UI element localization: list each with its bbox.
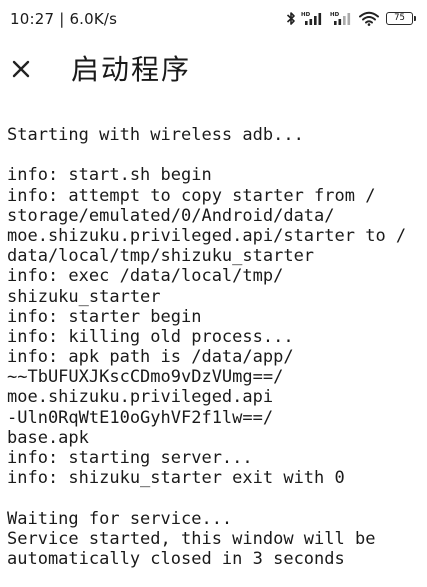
log-line: -Uln0RqWtE10oGyhVF2f1lw==/ [7,407,274,428]
log-line: info: apk path is /data/app/ [7,347,294,368]
log-line: info: killing old process... [7,326,294,347]
svg-text:HD: HD [301,12,311,18]
log-line: automatically closed in 3 seconds [7,548,345,569]
battery-icon: 75 [386,12,416,25]
log-line: base.apk [7,427,89,448]
log-line: moe.shizuku.privileged.api/starter to / [7,225,407,246]
log-line: info: exec /data/local/tmp/ [7,266,284,287]
clock: 10:27 [10,10,55,28]
log-line: Starting with wireless adb... [7,125,304,145]
log-output: Starting with wireless adb... info: start… [7,125,421,569]
svg-text:HD: HD [330,12,340,18]
wifi-icon [359,11,379,26]
close-button[interactable] [4,52,38,86]
log-line: Service started, this window will be [7,528,376,549]
log-line: info: starter begin [7,306,202,327]
log-line: shizuku_starter [7,286,161,307]
status-separator: | [59,10,65,28]
status-icons: HD HD 75 [286,11,416,26]
status-bar: 10:27 | 6.0K/s HD HD 75 [0,0,427,38]
cellular-signal-hd-icon: HD [330,12,351,25]
log-line: info: shizuku_starter exit with 0 [7,468,345,489]
log-line: info: start.sh begin [7,165,212,186]
log-line: Waiting for service... [7,508,233,529]
app-bar: 启动程序 [0,40,427,98]
log-line: data/local/tmp/shizuku_starter [7,246,315,267]
page-title: 启动程序 [71,53,192,86]
close-icon [12,60,30,78]
log-line: info: starting server... [7,448,253,468]
log-line: info: attempt to copy starter from / [7,185,376,206]
log-line: moe.shizuku.privileged.api [7,387,274,408]
cellular-signal-hd-icon: HD [301,12,322,25]
bluetooth-icon [286,12,295,25]
log-line: storage/emulated/0/Android/data/ [7,205,335,226]
status-time-and-speed: 10:27 | 6.0K/s [10,10,117,28]
network-speed: 6.0K/s [69,10,118,28]
log-line: ~~TbUFUXJKscCDmo9vDzVUmg==/ [7,367,284,388]
